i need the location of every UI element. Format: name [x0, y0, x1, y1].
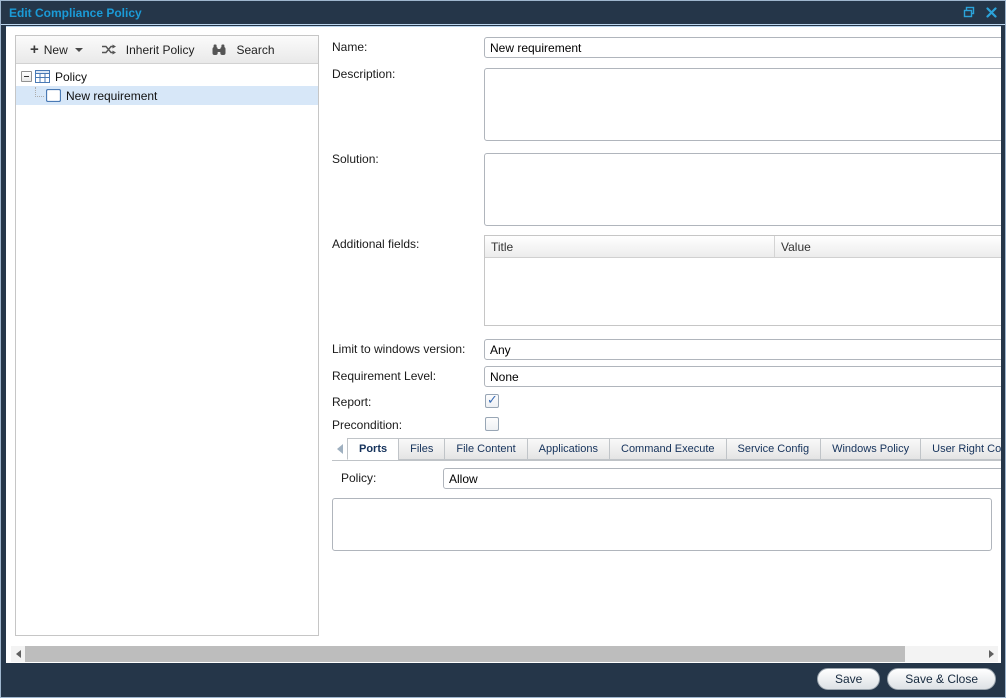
policy-label: Policy:: [341, 471, 376, 485]
policy-tree-panel: + New Inherit Policy: [15, 35, 319, 636]
inherit-shuffle-icon: [101, 44, 116, 55]
tree-node-policy[interactable]: Policy: [16, 67, 318, 86]
policy-table-icon: [35, 70, 50, 83]
search-icon: [212, 44, 226, 56]
limit-windows-label: Limit to windows version:: [332, 342, 465, 356]
tab-service-config[interactable]: Service Config: [726, 438, 822, 460]
restore-icon[interactable]: [962, 5, 976, 19]
scroll-right-icon[interactable]: [984, 646, 998, 662]
chevron-down-icon: [75, 48, 83, 52]
tree-elbow-connector: [35, 87, 44, 97]
tab-command-execute[interactable]: Command Execute: [609, 438, 727, 460]
description-textarea[interactable]: [484, 68, 1001, 141]
precondition-label: Precondition:: [332, 418, 402, 432]
window-title: Edit Compliance Policy: [1, 6, 142, 20]
additional-fields-label: Additional fields:: [332, 237, 419, 251]
description-label: Description:: [332, 67, 395, 81]
save-and-close-button[interactable]: Save & Close: [887, 668, 996, 690]
solution-textarea[interactable]: [484, 153, 1001, 226]
search-label: Search: [236, 43, 274, 57]
tab-files[interactable]: Files: [398, 438, 445, 460]
requirement-level-combo[interactable]: [484, 366, 1001, 387]
column-header-value[interactable]: Value: [775, 236, 1001, 257]
save-button[interactable]: Save: [817, 668, 880, 690]
search-button[interactable]: Search: [204, 39, 282, 61]
tree-toolbar: + New Inherit Policy: [16, 36, 318, 64]
tab-windows-policy[interactable]: Windows Policy: [820, 438, 921, 460]
tab-user-right-constraint[interactable]: User Right Constraint: [920, 438, 1001, 460]
requirement-box-icon: [46, 89, 61, 102]
plus-icon: +: [30, 45, 39, 55]
close-icon[interactable]: [984, 5, 998, 19]
solution-label: Solution:: [332, 152, 379, 166]
titlebar: Edit Compliance Policy: [1, 1, 1005, 25]
dialog-footer: Save Save & Close: [1, 661, 1005, 697]
ports-details-textarea[interactable]: [332, 498, 992, 551]
policy-tree: Policy New requirement: [16, 64, 318, 105]
name-input[interactable]: [484, 37, 1001, 58]
horizontal-scrollbar: [11, 646, 998, 662]
scrollbar-track[interactable]: [25, 646, 984, 662]
window-controls: [962, 5, 998, 19]
tree-node-new-requirement[interactable]: New requirement: [16, 86, 318, 105]
additional-fields-table: Title Value: [484, 235, 1001, 326]
inherit-policy-label: Inherit Policy: [126, 43, 195, 57]
tab-applications[interactable]: Applications: [527, 438, 610, 460]
collapse-icon[interactable]: [21, 71, 32, 82]
column-header-title[interactable]: Title: [485, 236, 775, 257]
report-label: Report:: [332, 395, 371, 409]
additional-fields-header: Title Value: [485, 236, 1001, 258]
new-button[interactable]: + New: [22, 39, 91, 61]
tab-file-content[interactable]: File Content: [444, 438, 527, 460]
dialog-content: + New Inherit Policy: [6, 26, 1001, 663]
requirement-tabstrip: Ports Files File Content Applications Co…: [332, 438, 1001, 461]
precondition-checkbox[interactable]: [485, 417, 499, 431]
name-label: Name:: [332, 40, 367, 54]
scrollbar-thumb[interactable]: [25, 646, 905, 662]
edit-compliance-policy-window: Edit Compliance Policy + New: [0, 0, 1006, 698]
tree-node-label: Policy: [55, 70, 87, 84]
inherit-policy-button[interactable]: Inherit Policy: [93, 39, 203, 61]
new-button-label: New: [44, 43, 68, 57]
requirement-level-label: Requirement Level:: [332, 369, 436, 383]
tree-node-label: New requirement: [66, 89, 157, 103]
tab-ports[interactable]: Ports: [347, 438, 399, 460]
limit-windows-combo[interactable]: [484, 339, 1001, 360]
scroll-left-icon[interactable]: [11, 646, 25, 662]
policy-combo[interactable]: [443, 468, 1001, 489]
report-checkbox[interactable]: [485, 394, 499, 408]
tab-scroll-left-icon[interactable]: [332, 438, 348, 460]
